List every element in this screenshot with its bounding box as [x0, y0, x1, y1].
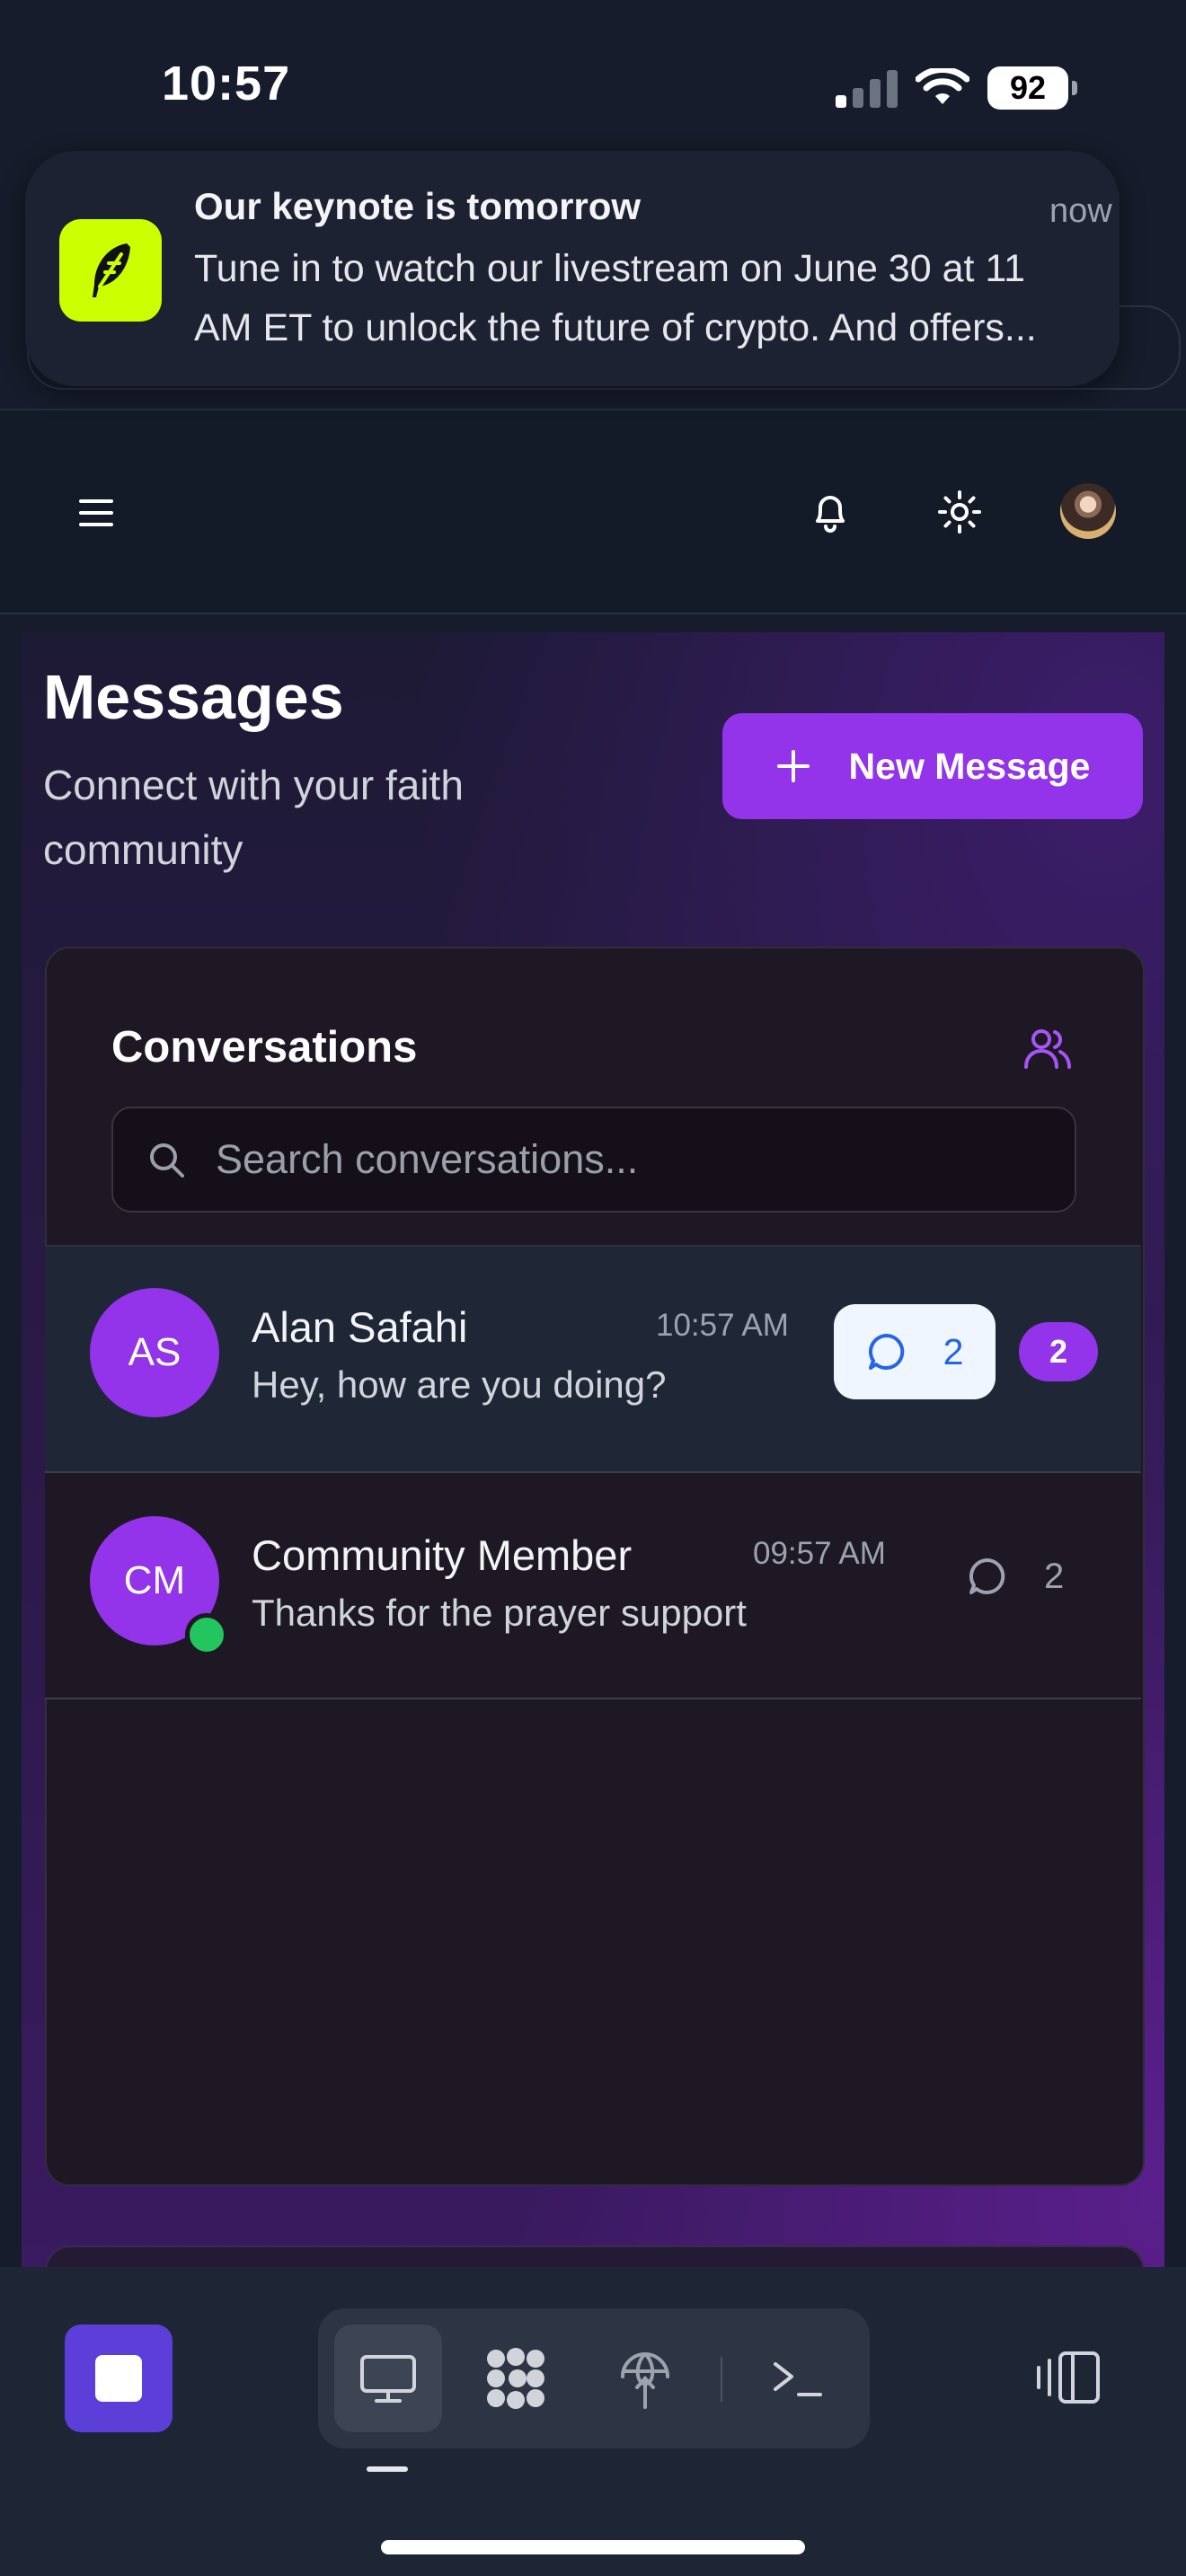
page-title: Messages — [43, 662, 344, 732]
reply-count-chip[interactable]: 2 — [967, 1556, 1064, 1597]
apps-grid-icon[interactable] — [462, 2325, 570, 2432]
wifi-icon — [916, 68, 969, 104]
terminal-icon[interactable] — [744, 2325, 852, 2432]
notification-title: Our keynote is tomorrow — [194, 185, 642, 227]
user-avatar[interactable] — [1060, 483, 1116, 539]
conversation-name: Community Member — [252, 1531, 633, 1579]
notification-body-line: AM ET to unlock the future of crypto. An… — [194, 306, 1037, 349]
reply-count: 2 — [1044, 1556, 1065, 1596]
panel-toggle-icon[interactable] — [1031, 2348, 1103, 2407]
conversation-time: 10:57 AM — [656, 1308, 789, 1343]
conversation-preview: Hey, how are you doing? — [252, 1363, 667, 1406]
page-subtitle: Connect with your faith community — [43, 762, 464, 873]
notification-body: Tune in to watch our livestream on June … — [194, 239, 1093, 357]
search-icon — [150, 1143, 184, 1178]
status-time: 10:57 — [162, 57, 291, 110]
message-circle-icon — [969, 1557, 1005, 1594]
users-icon[interactable] — [1022, 1024, 1073, 1074]
reply-count: 2 — [943, 1330, 964, 1372]
reply-count-chip[interactable]: 2 — [834, 1304, 996, 1399]
status-indicators: 92 — [836, 63, 1096, 113]
toolbar-divider — [721, 2357, 722, 2402]
battery-indicator: 92 — [987, 66, 1077, 110]
notification-body-line: Tune in to watch our livestream on June … — [194, 247, 1026, 290]
conversation-time: 09:57 AM — [753, 1536, 886, 1571]
notification-time: now — [1049, 192, 1112, 230]
new-message-label: New Message — [848, 745, 1091, 787]
conversations-title: Conversations — [111, 1023, 418, 1072]
feather-icon — [59, 219, 162, 322]
unread-badge: 2 — [1019, 1322, 1098, 1381]
active-tab-indicator — [367, 2466, 408, 2472]
search-input[interactable] — [214, 1135, 1026, 1184]
stop-button[interactable] — [65, 2325, 173, 2432]
online-status-dot — [185, 1613, 228, 1656]
new-message-button[interactable]: New Message — [722, 713, 1143, 819]
stop-icon — [95, 2355, 142, 2402]
sun-icon[interactable] — [933, 485, 987, 539]
monitor-icon[interactable] — [334, 2325, 442, 2432]
message-circle-icon — [868, 1333, 904, 1370]
cellular-signal-icon — [836, 68, 898, 108]
app-header — [0, 409, 1186, 614]
plus-icon — [776, 750, 810, 782]
hamburger-menu-icon[interactable] — [79, 499, 113, 526]
home-indicator — [381, 2540, 805, 2554]
bell-icon[interactable] — [803, 485, 857, 539]
search-bar[interactable] — [111, 1107, 1076, 1213]
globe-upload-icon[interactable] — [591, 2325, 699, 2432]
conversation-name: Alan Safahi — [252, 1303, 468, 1351]
avatar: AS — [90, 1288, 219, 1417]
conversation-preview: Thanks for the prayer support — [252, 1592, 747, 1634]
